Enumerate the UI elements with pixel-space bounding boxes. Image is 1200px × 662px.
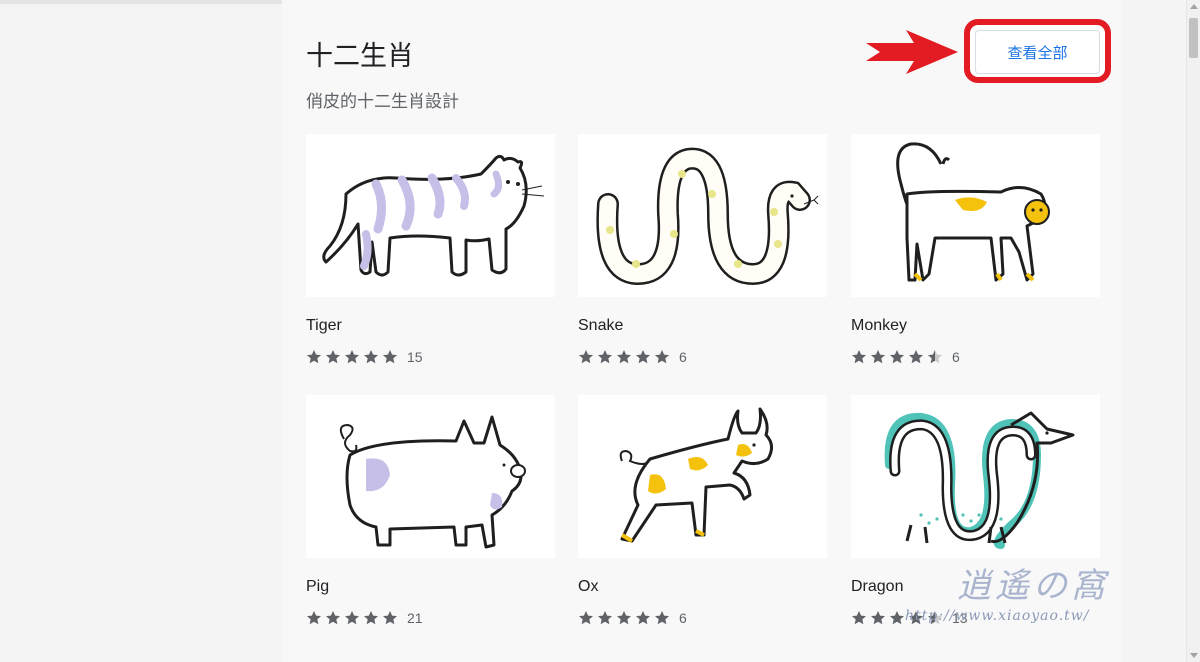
rating-row: 6 — [578, 349, 687, 365]
scroll-up-arrow-icon[interactable] — [1190, 4, 1198, 9]
card-title[interactable]: Ox — [578, 578, 598, 596]
scroll-down-arrow-icon[interactable] — [1190, 653, 1198, 658]
star-icon — [928, 350, 942, 364]
card-dragon[interactable]: Dragon 13 — [851, 395, 1100, 626]
star-icon — [617, 350, 631, 364]
rating-row: 15 — [306, 349, 423, 365]
star-icon — [636, 350, 650, 364]
rating-count: 21 — [407, 610, 423, 626]
tiger-illustration[interactable] — [306, 134, 555, 297]
star-icon — [579, 350, 593, 364]
monkey-illustration[interactable] — [851, 134, 1100, 297]
star-icon — [852, 350, 866, 364]
star-icon — [852, 611, 866, 625]
dragon-illustration[interactable] — [851, 395, 1100, 558]
card-title[interactable]: Dragon — [851, 578, 903, 596]
rating-count: 6 — [679, 349, 687, 365]
star-rating — [306, 610, 401, 626]
star-icon — [307, 611, 321, 625]
star-icon — [909, 350, 923, 364]
star-icon — [345, 611, 359, 625]
star-rating — [578, 349, 673, 365]
star-icon — [655, 350, 669, 364]
star-icon — [655, 611, 669, 625]
star-icon — [307, 350, 321, 364]
pig-illustration[interactable] — [306, 395, 555, 558]
star-rating — [578, 610, 673, 626]
star-icon — [326, 611, 340, 625]
card-snake[interactable]: Snake 6 — [578, 134, 827, 365]
card-pig[interactable]: Pig 21 — [306, 395, 555, 626]
rating-row: 6 — [851, 349, 960, 365]
star-icon — [598, 350, 612, 364]
star-icon — [326, 350, 340, 364]
page-right-margin — [1122, 0, 1186, 662]
view-all-button[interactable]: 查看全部 — [975, 30, 1100, 74]
card-tiger[interactable]: Tiger 15 — [306, 134, 555, 365]
star-icon — [636, 611, 650, 625]
scroll-thumb[interactable] — [1189, 18, 1198, 58]
star-icon — [890, 350, 904, 364]
rating-row: 6 — [578, 610, 687, 626]
card-monkey[interactable]: Monkey 6 — [851, 134, 1100, 365]
star-icon — [383, 611, 397, 625]
section-subtitle: 俏皮的十二生肖設計 — [306, 92, 459, 112]
pointer-arrow-icon — [866, 30, 958, 74]
star-icon — [617, 611, 631, 625]
star-icon — [364, 350, 378, 364]
star-icon — [890, 611, 904, 625]
star-icon — [345, 350, 359, 364]
card-ox[interactable]: Ox 6 — [578, 395, 827, 626]
card-title[interactable]: Snake — [578, 317, 623, 335]
rating-row: 21 — [306, 610, 423, 626]
rating-count: 6 — [679, 610, 687, 626]
card-title[interactable]: Tiger — [306, 317, 342, 335]
snake-illustration[interactable] — [578, 134, 827, 297]
watermark-logo-text: 逍遙の窩 — [957, 566, 1109, 606]
ox-illustration[interactable] — [578, 395, 827, 558]
star-icon — [598, 611, 612, 625]
rating-count: 6 — [952, 349, 960, 365]
star-icon — [579, 611, 593, 625]
vertical-scrollbar[interactable] — [1186, 0, 1200, 662]
star-rating — [306, 349, 401, 365]
section-title: 十二生肖 — [306, 41, 414, 72]
card-title[interactable]: Pig — [306, 578, 329, 596]
card-title[interactable]: Monkey — [851, 317, 907, 335]
star-rating — [851, 349, 946, 365]
star-icon — [871, 350, 885, 364]
star-icon — [871, 611, 885, 625]
rating-count: 15 — [407, 349, 423, 365]
star-icon — [383, 350, 397, 364]
watermark-url: http://www.xiaoyao.tw/ — [905, 608, 1090, 624]
page-left-margin — [0, 0, 282, 662]
star-icon — [364, 611, 378, 625]
